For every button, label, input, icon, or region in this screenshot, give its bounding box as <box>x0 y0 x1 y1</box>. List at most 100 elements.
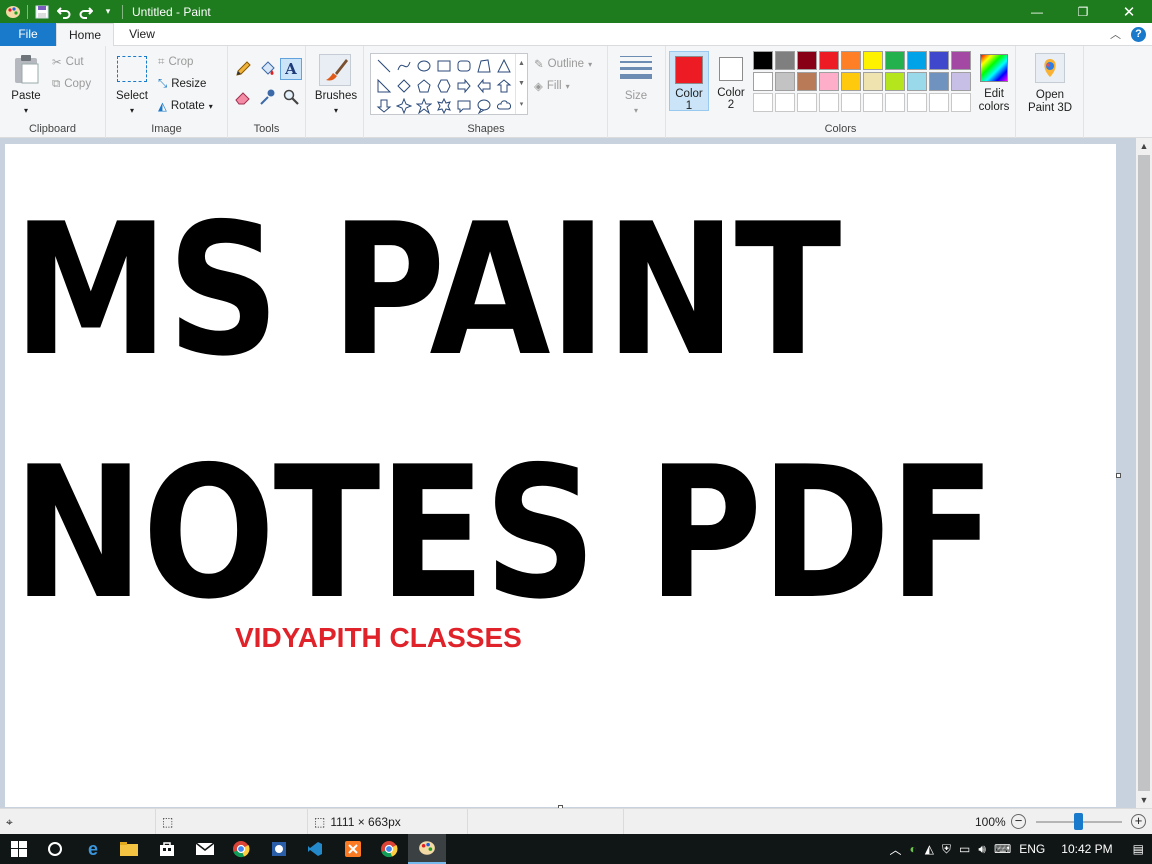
magnifier-icon[interactable] <box>282 88 304 110</box>
customize-qat-icon[interactable]: ▾ <box>97 1 119 23</box>
chrome-icon-2[interactable] <box>370 834 408 864</box>
xampp-icon[interactable] <box>334 834 372 864</box>
palette-color-swatch[interactable] <box>819 72 839 91</box>
minimize-button[interactable]: — <box>1014 0 1060 23</box>
six-point-star-shape-icon[interactable] <box>434 96 454 116</box>
pencil-icon[interactable] <box>234 60 256 82</box>
oval-callout-shape-icon[interactable] <box>474 96 494 116</box>
mail-icon[interactable] <box>186 834 224 864</box>
palette-color-swatch[interactable] <box>885 93 905 112</box>
palette-color-swatch[interactable] <box>797 93 817 112</box>
fill-bucket-icon[interactable] <box>258 60 280 82</box>
palette-color-swatch[interactable] <box>951 93 971 112</box>
start-icon[interactable] <box>0 834 38 864</box>
network-sync-icon[interactable]: ◐ <box>910 842 917 856</box>
minimize-ribbon-icon[interactable]: ︿ <box>1110 26 1121 42</box>
zoom-slider-thumb[interactable] <box>1074 813 1083 830</box>
crop-button[interactable]: ⌗ Crop <box>158 52 193 72</box>
color-1-button[interactable]: Color 1 <box>669 51 709 112</box>
up-arrow-shape-icon[interactable] <box>494 76 514 96</box>
tab-file[interactable]: File <box>0 23 56 46</box>
outline-button[interactable]: ✎ Outline ▾ <box>534 54 592 74</box>
palette-color-swatch[interactable] <box>775 51 795 70</box>
rectangle-shape-icon[interactable] <box>434 56 454 76</box>
palette-color-swatch[interactable] <box>841 51 861 70</box>
scroll-down-arrow[interactable]: ▼ <box>1136 792 1152 808</box>
rounded-rectangle-shape-icon[interactable] <box>454 56 474 76</box>
zoom-out-button[interactable]: − <box>1011 814 1026 829</box>
save-icon[interactable] <box>31 1 53 23</box>
vertical-scrollbar[interactable]: ▲ ▼ <box>1136 138 1152 808</box>
palette-color-swatch[interactable] <box>819 51 839 70</box>
curve-shape-icon[interactable] <box>394 56 414 76</box>
battery-icon[interactable]: ▭ <box>959 842 970 856</box>
palette-color-swatch[interactable] <box>907 93 927 112</box>
defender-icon[interactable]: ⛨ <box>942 842 951 857</box>
left-arrow-shape-icon[interactable] <box>474 76 494 96</box>
resize-button[interactable]: ⤡ Resize <box>158 74 206 94</box>
right-triangle-shape-icon[interactable] <box>374 76 394 96</box>
down-arrow-shape-icon[interactable] <box>374 96 394 116</box>
palette-color-swatch[interactable] <box>863 72 883 91</box>
cloud-callout-shape-icon[interactable] <box>494 96 514 116</box>
tab-home[interactable]: Home <box>56 23 114 47</box>
eraser-icon[interactable] <box>234 88 256 110</box>
palette-color-swatch[interactable] <box>929 93 949 112</box>
palette-color-swatch[interactable] <box>841 72 861 91</box>
text-tool-icon[interactable]: A <box>280 58 302 80</box>
palette-color-swatch[interactable] <box>863 51 883 70</box>
size-button[interactable]: Size ▾ <box>618 54 654 116</box>
palette-color-swatch[interactable] <box>885 51 905 70</box>
undo-icon[interactable] <box>53 1 75 23</box>
palette-color-swatch[interactable] <box>775 72 795 91</box>
four-point-star-shape-icon[interactable] <box>394 96 414 116</box>
vscode-icon[interactable] <box>296 834 334 864</box>
store-icon[interactable] <box>148 834 186 864</box>
paint-app-icon[interactable] <box>2 1 24 23</box>
rounded-callout-shape-icon[interactable] <box>454 96 474 116</box>
edge-icon[interactable]: e <box>74 834 112 864</box>
maximize-button[interactable]: ❐ <box>1060 0 1106 23</box>
canvas-resize-handle-right[interactable] <box>1116 473 1121 478</box>
line-shape-icon[interactable] <box>374 56 394 76</box>
palette-color-swatch[interactable] <box>841 93 861 112</box>
palette-color-swatch[interactable] <box>797 72 817 91</box>
close-button[interactable]: ✕ <box>1106 0 1152 23</box>
brushes-button[interactable]: Brushes ▾ <box>314 52 358 116</box>
palette-color-swatch[interactable] <box>907 51 927 70</box>
zoom-in-button[interactable]: + <box>1131 814 1146 829</box>
palette-color-swatch[interactable] <box>775 93 795 112</box>
scroll-thumb[interactable] <box>1138 155 1150 791</box>
tab-view[interactable]: View <box>116 23 168 46</box>
clock[interactable]: 10:42 PM <box>1061 842 1112 856</box>
color-2-button[interactable]: Color 2 <box>711 51 751 111</box>
help-icon[interactable]: ? <box>1131 26 1146 42</box>
fill-button[interactable]: ◈ Fill ▾ <box>534 76 570 96</box>
app-icon[interactable] <box>260 834 298 864</box>
copy-button[interactable]: ⧉ Copy <box>52 74 91 94</box>
rotate-button[interactable]: ◭ Rotate ▾ <box>158 96 213 116</box>
open-paint3d-button[interactable]: Open Paint 3D <box>1022 51 1078 115</box>
palette-color-swatch[interactable] <box>907 72 927 91</box>
right-arrow-shape-icon[interactable] <box>454 76 474 96</box>
redo-icon[interactable] <box>75 1 97 23</box>
pentagon-shape-icon[interactable] <box>414 76 434 96</box>
drawing-canvas[interactable]: MS PAINT NOTES PDF VIDYAPITH CLASSES <box>5 144 1116 807</box>
palette-color-swatch[interactable] <box>885 72 905 91</box>
edit-colors-button[interactable]: Edit colors <box>976 51 1012 115</box>
select-button[interactable]: Select ▾ <box>114 52 150 116</box>
palette-color-swatch[interactable] <box>753 51 773 70</box>
palette-color-swatch[interactable] <box>797 51 817 70</box>
palette-color-swatch[interactable] <box>929 51 949 70</box>
palette-color-swatch[interactable] <box>929 72 949 91</box>
triangle-shape-icon[interactable] <box>494 56 514 76</box>
five-point-star-shape-icon[interactable] <box>414 96 434 116</box>
palette-color-swatch[interactable] <box>753 93 773 112</box>
wifi-icon[interactable]: ◭ <box>925 842 934 856</box>
oval-shape-icon[interactable] <box>414 56 434 76</box>
cortana-icon[interactable] <box>36 834 74 864</box>
shapes-scrollbar[interactable]: ▲ ▼ ▾ <box>515 54 527 114</box>
action-center-icon[interactable]: ▤ <box>1133 842 1144 856</box>
polygon-shape-icon[interactable] <box>474 56 494 76</box>
file-explorer-icon[interactable] <box>110 834 148 864</box>
